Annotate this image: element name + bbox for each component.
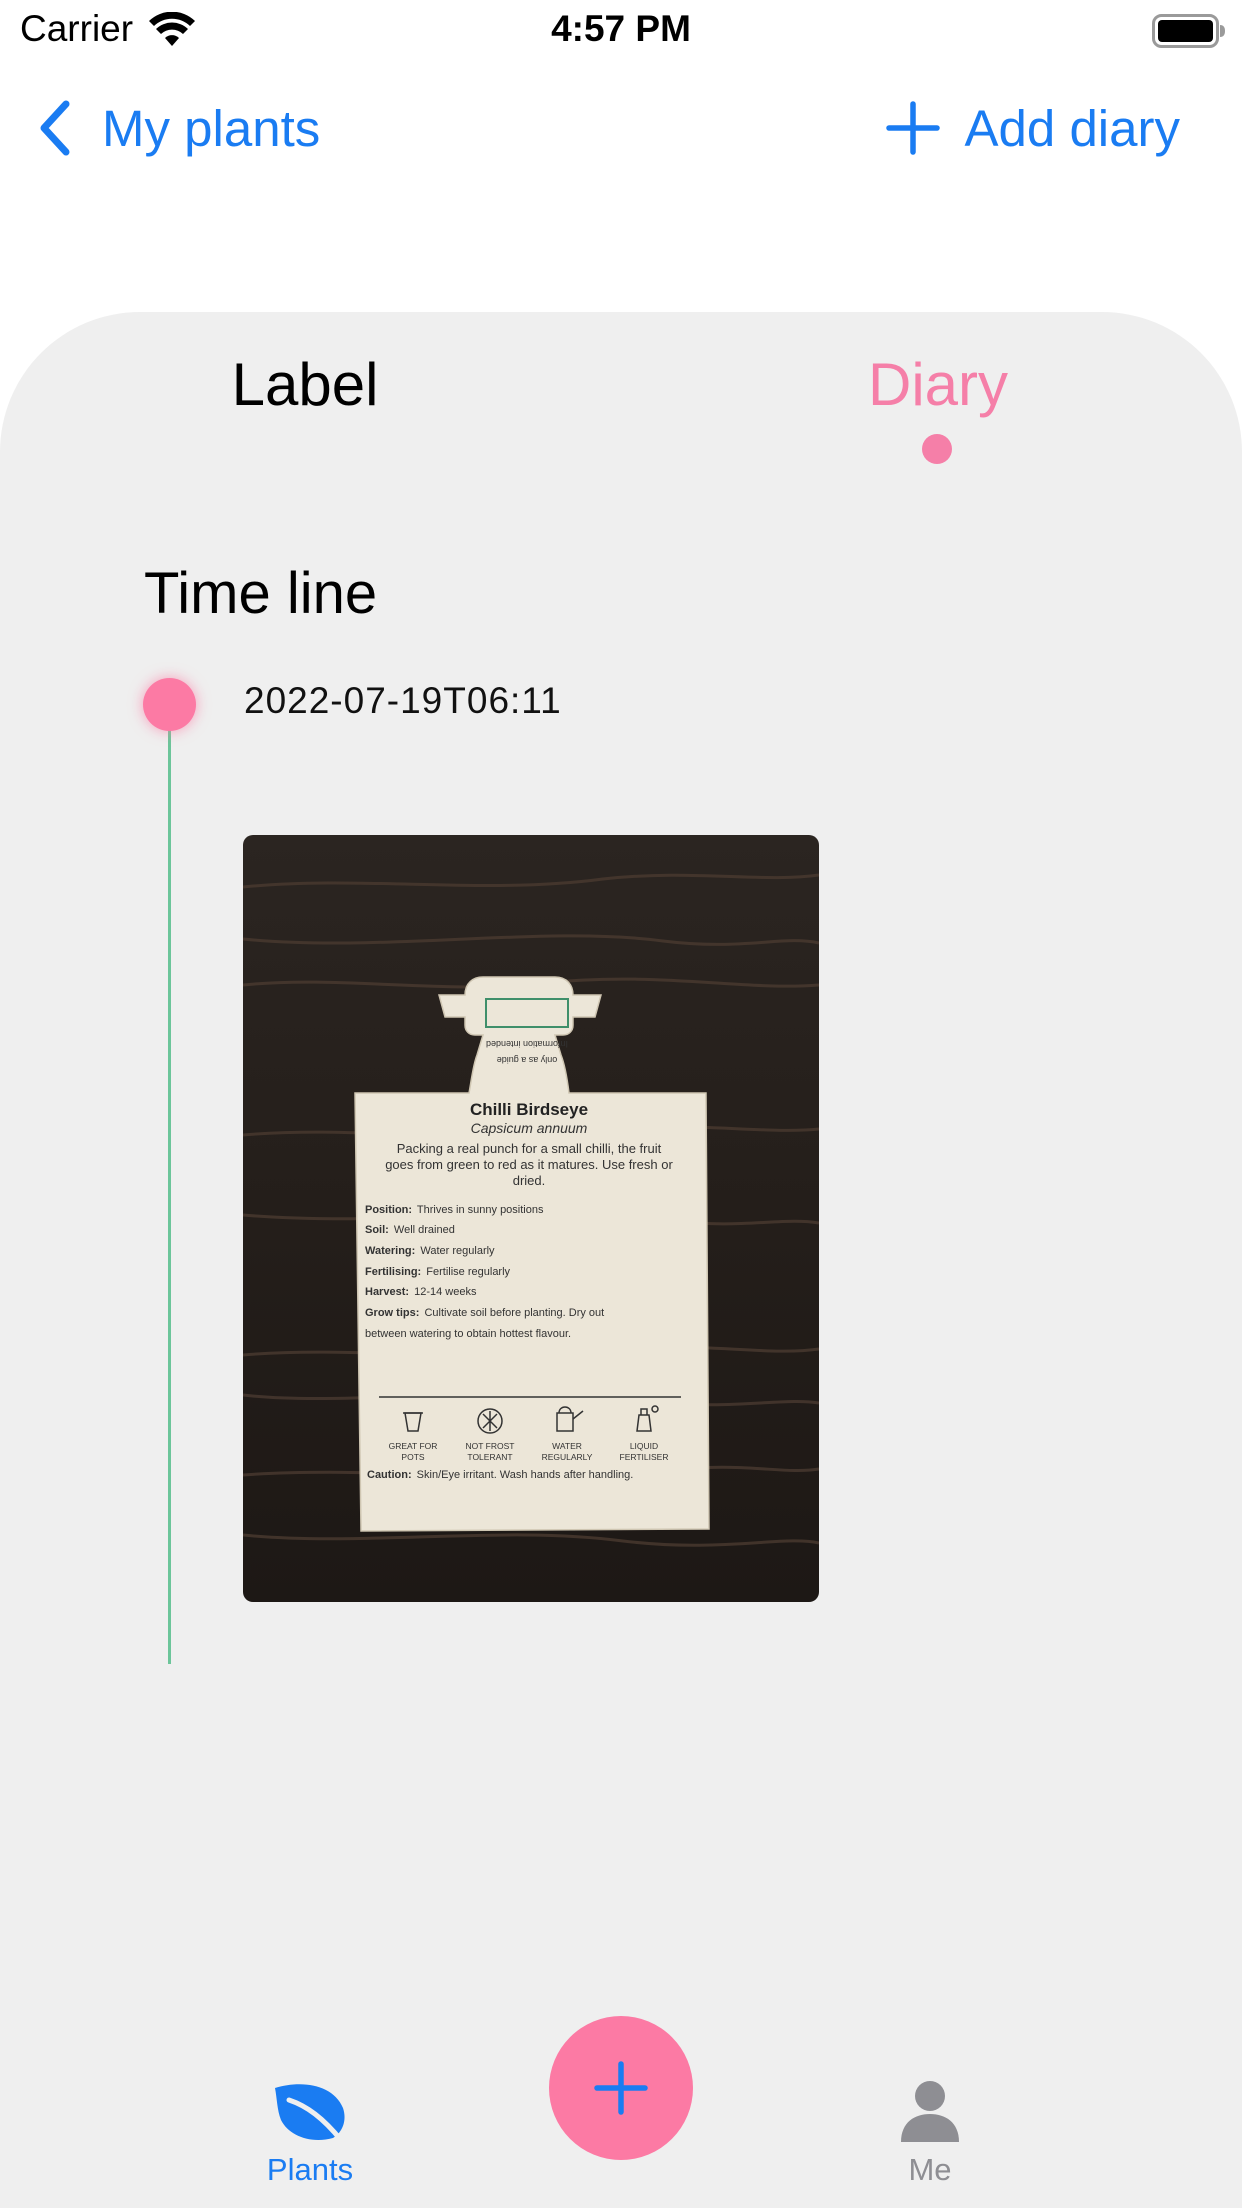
chevron-left-icon	[40, 100, 70, 156]
tab-selected-indicator	[922, 434, 952, 464]
care-value: Cultivate soil before planting. Dry out	[424, 1307, 604, 1319]
tab-me-label: Me	[908, 2152, 952, 2187]
label-stub-bottom: only as a guide	[497, 1055, 558, 1065]
label-description-line: dried.	[513, 1173, 546, 1188]
care-value: Thrives in sunny positions	[417, 1204, 544, 1216]
svg-text:Harvest: 12-14 wee: Harvest: 12-14 weeks	[365, 1286, 477, 1298]
entry-photo[interactable]: Information intended only as a guide Chi…	[243, 835, 819, 1602]
icon-caption: TOLERANT	[467, 1452, 512, 1462]
svg-text:Caution: Skin/Eye: Caution: Skin/Eye irritant. Wash hands a…	[367, 1469, 633, 1481]
svg-text:Position: Thrives: Position: Thrives in sunny positions	[365, 1204, 544, 1216]
icon-caption: FERTILISER	[620, 1452, 669, 1462]
leaf-icon	[275, 2084, 345, 2143]
add-diary-label: Add diary	[964, 99, 1180, 157]
care-value: Well drained	[394, 1224, 455, 1236]
label-description-line: Packing a real punch for a small chilli,…	[397, 1141, 662, 1156]
tab-plants-label: Plants	[266, 2152, 354, 2187]
care-value: Water regularly	[420, 1245, 495, 1257]
tab-me[interactable]: Me	[860, 2078, 1000, 2188]
entry-date: 2022-07-19T06:11	[244, 680, 562, 721]
icon-caption: REGULARLY	[542, 1452, 593, 1462]
timeline-line	[168, 724, 171, 1664]
care-key: Watering:	[365, 1245, 415, 1257]
care-value: Fertilise regularly	[426, 1266, 510, 1278]
add-plant-fab[interactable]	[549, 2016, 693, 2160]
label-stub-top: Information intended	[486, 1039, 568, 1049]
back-button[interactable]: My plants	[36, 96, 320, 160]
svg-text:Soil: Well drained: Soil: Well drained	[365, 1224, 455, 1236]
icon-caption: WATER	[552, 1441, 582, 1451]
screen: Carrier 4:57 PM My plants Add diary Labe…	[0, 0, 1242, 2208]
back-button-label: My plants	[102, 99, 321, 157]
svg-text:Grow tips: Cultiva: Grow tips: Cultivate soil before plantin…	[365, 1307, 604, 1319]
add-diary-button[interactable]: Add diary	[885, 96, 1180, 160]
icon-caption: LIQUID	[630, 1441, 658, 1451]
battery-icon	[1152, 14, 1225, 48]
icon-caption: POTS	[401, 1452, 424, 1462]
care-key: Fertilising:	[365, 1266, 421, 1278]
svg-text:Fertilising: Ferti: Fertilising: Fertilise regularly	[365, 1266, 511, 1278]
plus-icon	[885, 101, 940, 155]
label-title: Chilli Birdseye	[470, 1100, 588, 1119]
svg-text:Watering: Water re: Watering: Water regularly	[365, 1245, 495, 1257]
icon-caption: GREAT FOR	[389, 1441, 438, 1451]
timeline-dot	[143, 678, 196, 731]
label-subtitle: Capsicum annuum	[471, 1120, 588, 1136]
care-value: 12-14 weeks	[414, 1286, 477, 1298]
icon-caption: NOT FROST	[466, 1441, 515, 1451]
tab-diary[interactable]: Diary	[630, 350, 1242, 419]
care-key: Grow tips:	[365, 1307, 419, 1319]
grow-tips-continued: between watering to obtain hottest flavo…	[365, 1328, 571, 1340]
content-card: Label Diary Time line 2022-07-19T06:11 I…	[0, 312, 1242, 2208]
person-icon	[901, 2081, 959, 2142]
caution-value: Skin/Eye irritant. Wash hands after hand…	[417, 1469, 634, 1481]
label-description-line: goes from green to red as it matures. Us…	[385, 1157, 673, 1172]
care-key: Soil:	[365, 1224, 389, 1236]
plus-icon	[594, 2061, 648, 2115]
tab-plants[interactable]: Plants	[240, 2078, 380, 2188]
caution-key: Caution:	[367, 1469, 412, 1481]
timeline-title: Time line	[144, 561, 378, 626]
plant-label-photo: Information intended only as a guide Chi…	[243, 835, 819, 1602]
status-time: 4:57 PM	[551, 8, 691, 49]
tab-label[interactable]: Label	[0, 350, 610, 419]
care-key: Harvest:	[365, 1286, 409, 1298]
care-key: Position:	[365, 1204, 412, 1216]
